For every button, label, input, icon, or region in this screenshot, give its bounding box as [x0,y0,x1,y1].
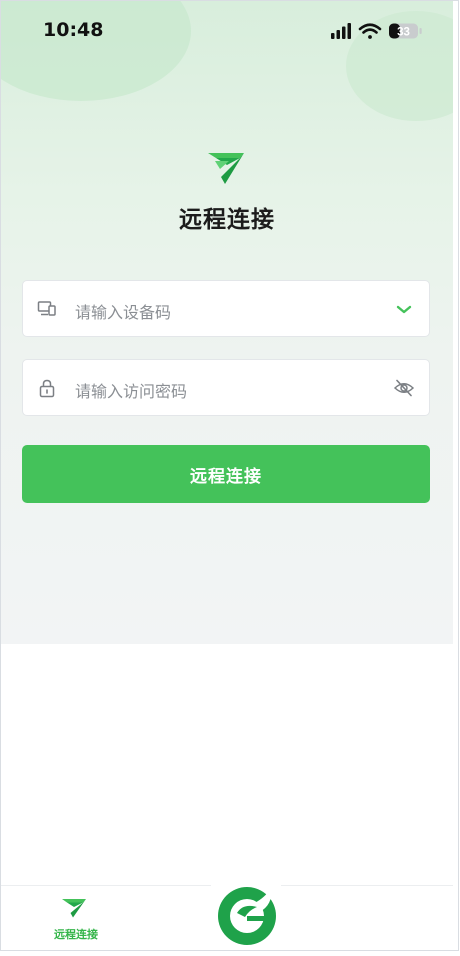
battery-icon: 33 [389,23,422,39]
password-field[interactable]: 请输入访问密码 [22,359,430,416]
tab-remote-connect[interactable]: 远程连接 [1,886,151,952]
send-icon [62,899,86,918]
wifi-icon [358,23,382,39]
chevron-down-icon[interactable] [393,299,415,319]
signal-icon [331,23,351,39]
background-decoration [1,1,191,101]
status-time: 10:48 [43,19,104,41]
logo-icon [208,153,244,184]
device-code-field[interactable]: 请输入设备码 [22,280,430,337]
app-screen: 10:48 33 远程连接 请输入设备码 请输入访问密码 远程连接 [1,1,453,644]
lock-icon [39,379,55,398]
battery-level: 33 [397,27,410,39]
status-icons: 33 [331,23,422,39]
connect-button[interactable]: 远程连接 [22,445,430,503]
page-title: 远程连接 [179,207,275,233]
eye-off-icon[interactable] [393,378,415,398]
password-input[interactable]: 请输入访问密码 [75,378,187,402]
watermark-logo [211,883,281,952]
devices-icon [37,301,56,316]
tab-label: 远程连接 [54,928,98,941]
device-code-input[interactable]: 请输入设备码 [75,299,171,323]
